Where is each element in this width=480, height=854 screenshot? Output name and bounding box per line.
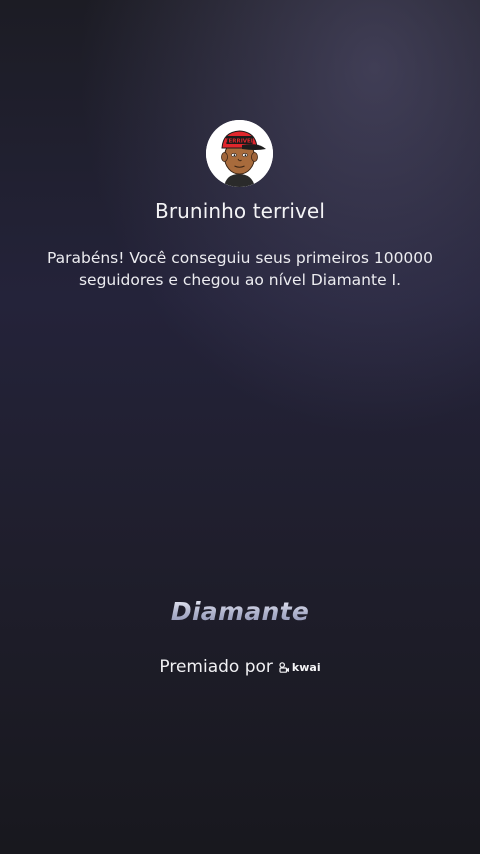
username: Bruninho terrivel	[155, 199, 325, 223]
congratulation-message: Parabéns! Você conseguiu seus primeiros …	[40, 247, 440, 291]
awarded-by: Premiado por kwai	[0, 657, 480, 677]
message-line-2: seguidores e chegou ao nível Diamante I.	[78, 271, 402, 289]
avatar[interactable]: TERRIVEL	[206, 120, 273, 187]
level-title: Diamante	[0, 597, 480, 626]
kwai-brand-name: kwai	[291, 661, 321, 674]
kwai-brand: kwai	[279, 661, 321, 674]
awarded-by-label: Premiado por	[159, 657, 273, 677]
cartoon-avatar-icon: TERRIVEL	[206, 120, 273, 187]
kwai-logo-icon	[279, 662, 290, 673]
cap-text: TERRIVEL	[225, 139, 255, 145]
message-line-1: Parabéns! Você conseguiu seus primeiros …	[46, 249, 434, 267]
